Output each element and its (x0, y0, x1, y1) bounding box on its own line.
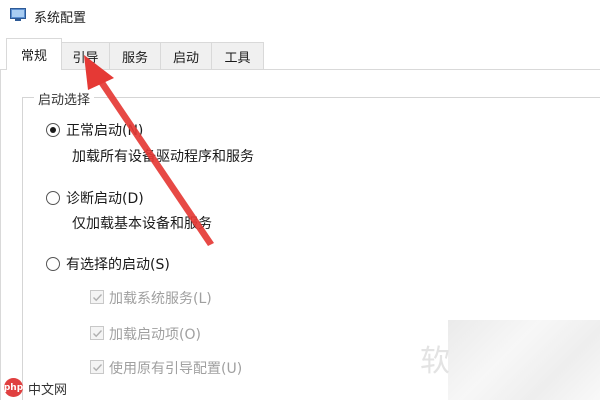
tab-general[interactable]: 常规 (6, 38, 62, 70)
diagnostic-startup-label[interactable]: 诊断启动(D) (66, 188, 144, 208)
use-original-boot-config-label: 使用原有引导配置(U) (109, 361, 243, 377)
watermark-text: 中文网 (28, 383, 68, 398)
tab-startup[interactable]: 启动 (160, 42, 212, 69)
load-startup-items-checkbox[interactable] (90, 326, 104, 340)
title-bar: 系统配置 (0, 0, 600, 30)
system-config-icon (10, 8, 26, 21)
normal-startup-label[interactable]: 正常启动(N) (66, 120, 143, 140)
window-title: 系统配置 (34, 11, 87, 26)
selective-startup-label[interactable]: 有选择的启动(S) (66, 254, 170, 274)
checkmark-icon (93, 364, 103, 372)
load-system-services-checkbox[interactable] (90, 290, 104, 304)
tab-boot[interactable]: 引导 (61, 42, 110, 69)
normal-startup-description: 加载所有设备驱动程序和服务 (72, 149, 254, 165)
load-system-services-label: 加载系统服务(L) (109, 291, 212, 307)
normal-startup-radio[interactable] (46, 123, 60, 137)
diagnostic-startup-description: 仅加载基本设备和服务 (72, 216, 212, 232)
selective-startup-radio[interactable] (46, 257, 60, 271)
checkmark-icon (93, 330, 103, 338)
faint-watermark-char: 软 (420, 344, 450, 379)
diagnostic-startup-radio[interactable] (46, 191, 60, 205)
use-original-boot-config-checkbox[interactable] (90, 360, 104, 374)
blurred-watermark (448, 320, 600, 400)
tab-services[interactable]: 服务 (109, 42, 161, 69)
php-logo-icon: php (4, 378, 23, 397)
checkmark-icon (93, 294, 103, 302)
load-startup-items-label: 加载启动项(O) (109, 327, 201, 343)
tab-tools[interactable]: 工具 (211, 42, 264, 69)
group-title: 启动选择 (34, 89, 95, 108)
